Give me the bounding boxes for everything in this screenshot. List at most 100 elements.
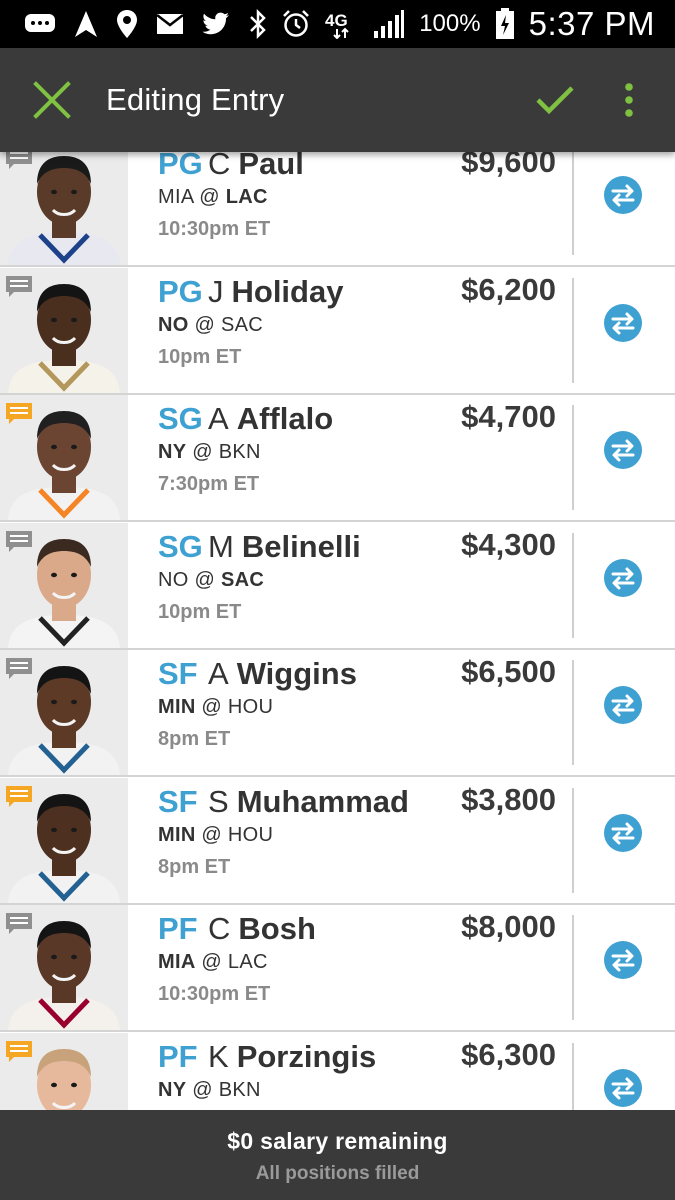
app-bar: Editing Entry <box>0 48 675 152</box>
swap-player-button[interactable] <box>603 940 643 980</box>
player-first-initial: C <box>208 152 231 181</box>
note-icon[interactable] <box>5 275 33 299</box>
away-team: NY <box>158 1078 187 1101</box>
away-team: MIN <box>158 823 196 846</box>
swap-player-button[interactable] <box>603 1068 643 1108</box>
player-photo[interactable] <box>0 267 128 393</box>
game-matchup: MIA @ LAC <box>158 186 268 208</box>
player-name: S Muhammad <box>208 784 409 820</box>
home-team: SAC <box>220 313 263 336</box>
roster-list[interactable]: PG C Paul $9,600 MIA @ LAC 10:30pm ET PG… <box>0 152 675 1110</box>
close-icon <box>33 81 71 119</box>
game-matchup: NY @ BKN <box>158 441 261 463</box>
swap-player-button[interactable] <box>603 303 643 343</box>
close-button[interactable] <box>22 70 82 130</box>
note-icon[interactable] <box>5 152 33 171</box>
player-position: PG <box>158 273 203 309</box>
player-name: M Belinelli <box>208 529 361 565</box>
location-icon <box>116 9 138 39</box>
player-name: C Paul <box>208 152 304 182</box>
swap-icon <box>604 303 642 342</box>
player-last-name: Muhammad <box>236 783 409 819</box>
player-row[interactable]: PF K Porzingis $6,300 NY @ BKN <box>0 1032 675 1110</box>
note-icon[interactable] <box>5 912 33 936</box>
away-team: MIA <box>158 951 196 973</box>
player-salary: $4,700 <box>461 399 556 434</box>
note-icon[interactable] <box>5 785 33 809</box>
player-info: PG C Paul $9,600 MIA @ LAC 10:30pm ET <box>158 152 568 265</box>
note-icon[interactable] <box>5 402 33 426</box>
player-info: SF A Wiggins $6,500 MIN @ HOU 8pm ET <box>158 650 568 775</box>
player-row[interactable]: SG A Afflalo $4,700 NY @ BKN 7:30pm ET <box>0 395 675 522</box>
player-row[interactable]: PG J Holiday $6,200 NO @ SAC 10pm ET <box>0 267 675 395</box>
game-matchup: NY @ BKN <box>158 1078 261 1101</box>
player-position: SF <box>158 783 198 819</box>
status-clock: 5:37 PM <box>528 5 655 42</box>
player-last-name: Porzingis <box>236 1038 377 1074</box>
player-photo[interactable] <box>0 777 128 903</box>
player-row[interactable]: SF A Wiggins $6,500 MIN @ HOU 8pm ET <box>0 650 675 777</box>
battery-percent: 100% <box>419 10 481 37</box>
notification-icons <box>0 0 230 48</box>
swap-player-button[interactable] <box>603 685 643 725</box>
player-photo[interactable] <box>0 522 128 648</box>
player-row[interactable]: SF S Muhammad $3,800 MIN @ HOU 8pm ET <box>0 777 675 905</box>
system-icons: 4G 100% 5:37 PM <box>249 0 675 48</box>
game-time: 10:30pm ET <box>158 218 271 240</box>
swap-player-button[interactable] <box>603 175 643 215</box>
player-last-name: Afflalo <box>236 401 334 436</box>
player-position: PG <box>158 152 203 181</box>
row-divider <box>572 787 574 893</box>
game-time: 8pm ET <box>158 728 231 750</box>
note-icon[interactable] <box>5 657 33 681</box>
player-position: SF <box>158 656 198 691</box>
swap-icon <box>604 431 642 469</box>
swap-player-button[interactable] <box>603 558 643 598</box>
svg-text:4G: 4G <box>325 11 348 30</box>
player-salary: $9,600 <box>461 152 556 179</box>
player-info: SG M Belinelli $4,300 NO @ SAC 10pm ET <box>158 523 568 648</box>
away-team: NO <box>158 313 189 336</box>
game-matchup: MIN @ HOU <box>158 823 274 846</box>
overflow-menu-button[interactable] <box>607 70 651 130</box>
save-button[interactable] <box>525 70 585 130</box>
player-row[interactable]: SG M Belinelli $4,300 NO @ SAC 10pm ET <box>0 522 675 650</box>
player-row[interactable]: PG C Paul $9,600 MIA @ LAC 10:30pm ET <box>0 152 675 267</box>
away-team: MIN <box>158 696 196 718</box>
signal-icon <box>373 9 405 39</box>
player-info: PF C Bosh $8,000 MIA @ LAC 10:30pm ET <box>158 905 568 1030</box>
away-team: NO <box>158 568 189 591</box>
swap-player-button[interactable] <box>603 430 643 470</box>
game-time: 10pm ET <box>158 600 242 623</box>
player-photo[interactable] <box>0 905 128 1030</box>
home-team: BKN <box>218 441 261 463</box>
player-first-initial: C <box>208 911 231 946</box>
swap-player-button[interactable] <box>603 813 643 853</box>
game-matchup: MIA @ LAC <box>158 951 268 973</box>
player-first-initial: J <box>208 273 224 309</box>
game-matchup: MIN @ HOU <box>158 696 274 718</box>
player-info: SF S Muhammad $3,800 MIN @ HOU 8pm ET <box>158 778 568 903</box>
player-info: SG A Afflalo $4,700 NY @ BKN 7:30pm ET <box>158 395 568 520</box>
note-icon[interactable] <box>5 1040 33 1064</box>
swap-icon <box>604 176 642 214</box>
row-divider <box>572 915 574 1020</box>
game-matchup: NO @ SAC <box>158 313 263 336</box>
battery-icon <box>495 8 515 40</box>
player-photo[interactable] <box>0 395 128 520</box>
status-bar: 4G 100% 5:37 PM <box>0 0 675 48</box>
player-name: A Afflalo <box>208 401 333 437</box>
player-name: C Bosh <box>208 911 316 947</box>
note-icon[interactable] <box>5 530 33 554</box>
player-photo[interactable] <box>0 152 128 265</box>
salary-remaining: $0 salary remaining <box>227 1128 448 1154</box>
chat-icon <box>24 12 56 36</box>
alarm-icon <box>281 9 311 39</box>
player-photo[interactable] <box>0 1032 128 1110</box>
player-photo[interactable] <box>0 650 128 775</box>
player-row[interactable]: PF C Bosh $8,000 MIA @ LAC 10:30pm ET <box>0 905 675 1032</box>
home-team: BKN <box>218 1078 261 1101</box>
network-4g-icon: 4G <box>325 9 359 39</box>
swap-icon <box>604 1068 642 1107</box>
check-icon <box>536 86 574 115</box>
